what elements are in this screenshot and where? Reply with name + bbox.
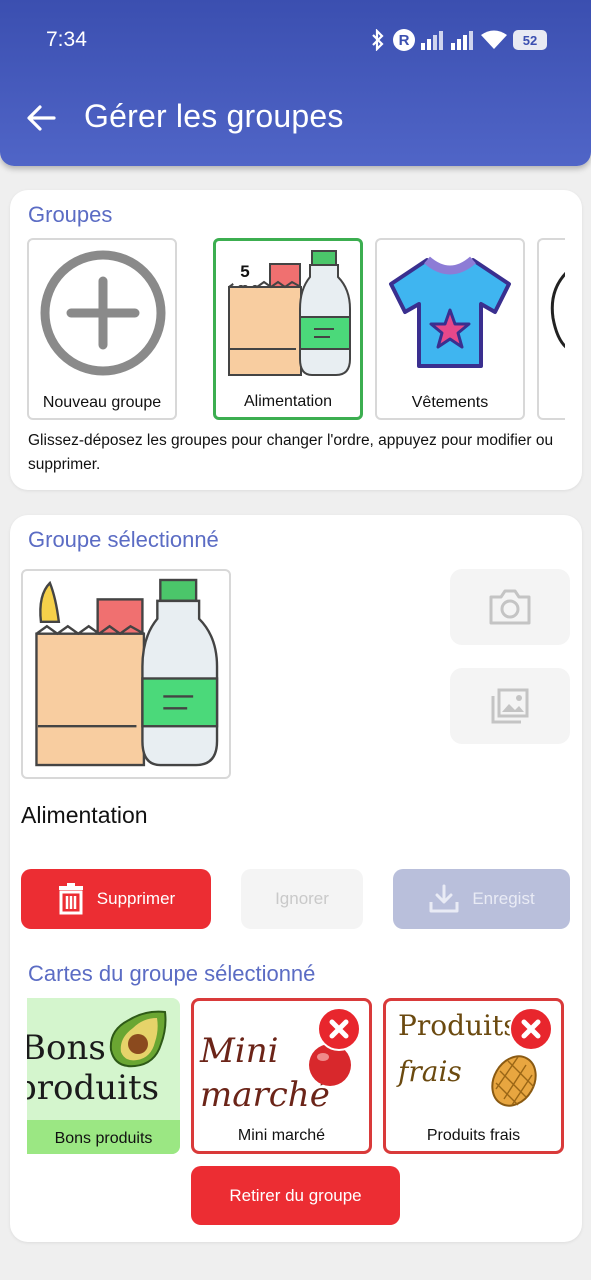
cards-section-title: Cartes du groupe sélectionné <box>28 961 316 986</box>
add-circle-icon <box>40 250 166 376</box>
gallery-button[interactable] <box>450 668 570 744</box>
status-time: 7:34 <box>46 28 87 51</box>
delete-button-label: Supprimer <box>96 889 176 908</box>
delete-button[interactable]: Supprimer <box>21 869 211 929</box>
tile-label: Vêtements <box>411 394 489 411</box>
tile-label: Nouveau groupe <box>42 394 162 411</box>
card-bons-produits[interactable]: Bons produits Bons produits <box>27 998 180 1154</box>
groups-card: Groupes Nouveau groupe 5 Alimentation Vê… <box>10 190 582 490</box>
group-image[interactable] <box>21 569 231 779</box>
battery-icon: 52 <box>513 30 547 50</box>
selected-group-card: Groupe sélectionné Alimentation Supprime… <box>10 515 582 1242</box>
card-label: Produits frais <box>426 1127 521 1144</box>
roaming-icon: R <box>393 29 415 51</box>
card-image-text: frais <box>398 1055 462 1088</box>
selected-group-name: Alimentation <box>21 802 148 828</box>
download-icon <box>429 884 459 913</box>
ignore-button-label: Ignorer <box>275 889 329 908</box>
close-icon <box>521 1019 541 1039</box>
save-button-label: Enregist <box>472 889 535 908</box>
gallery-icon <box>491 688 529 724</box>
ignore-button[interactable]: Ignorer <box>241 869 363 929</box>
groups-hint: Glissez-déposez les groupes pour changer… <box>28 432 554 473</box>
groups-section-title: Groupes <box>28 202 113 227</box>
new-group-tile[interactable]: Nouveau groupe <box>27 238 177 420</box>
card-produits-frais[interactable]: Produits frais Produits frais <box>383 998 564 1154</box>
card-count-badge: 5 <box>233 259 257 285</box>
back-arrow-icon[interactable] <box>24 100 60 136</box>
bluetooth-icon <box>369 29 387 51</box>
group-tile-partial[interactable] <box>537 238 565 420</box>
app-bar: 7:34 R 52 Gérer les groupes <box>0 0 591 166</box>
page-title: Gérer les groupes <box>84 98 344 134</box>
save-button[interactable]: Enregist <box>393 869 570 929</box>
remove-from-group-button[interactable]: Retirer du groupe <box>191 1166 400 1225</box>
card-mini-marche[interactable]: Mini marché Mini marché <box>191 998 372 1154</box>
pineapple-icon <box>491 1055 537 1107</box>
close-icon <box>329 1019 349 1039</box>
card-image-text: produits <box>27 1068 160 1108</box>
wifi-icon <box>481 30 507 50</box>
partial-group-icon <box>550 271 565 349</box>
card-label: Bons produits <box>54 1130 153 1147</box>
signal-icon <box>421 30 445 50</box>
group-tile-alimentation[interactable]: 5 Alimentation <box>213 238 363 420</box>
status-icons: R 52 <box>369 27 547 53</box>
group-tile-vetements[interactable]: Vêtements <box>375 238 525 420</box>
remove-card-button[interactable] <box>317 1007 361 1051</box>
remove-card-button[interactable] <box>509 1007 553 1051</box>
camera-button[interactable] <box>450 569 570 645</box>
selected-section-title: Groupe sélectionné <box>28 527 219 552</box>
avocado-icon <box>109 1010 167 1068</box>
card-image-text: Bons <box>27 1028 106 1068</box>
camera-icon <box>489 589 531 625</box>
tile-label: Alimentation <box>243 393 333 410</box>
card-label: Mini marché <box>237 1127 326 1144</box>
tshirt-icon <box>389 256 511 368</box>
card-image-text: Produits <box>398 1009 518 1042</box>
trash-icon <box>58 883 83 915</box>
signal-icon-2 <box>451 30 475 50</box>
card-image-text: Mini <box>200 1031 279 1071</box>
groceries-icon <box>35 578 219 767</box>
